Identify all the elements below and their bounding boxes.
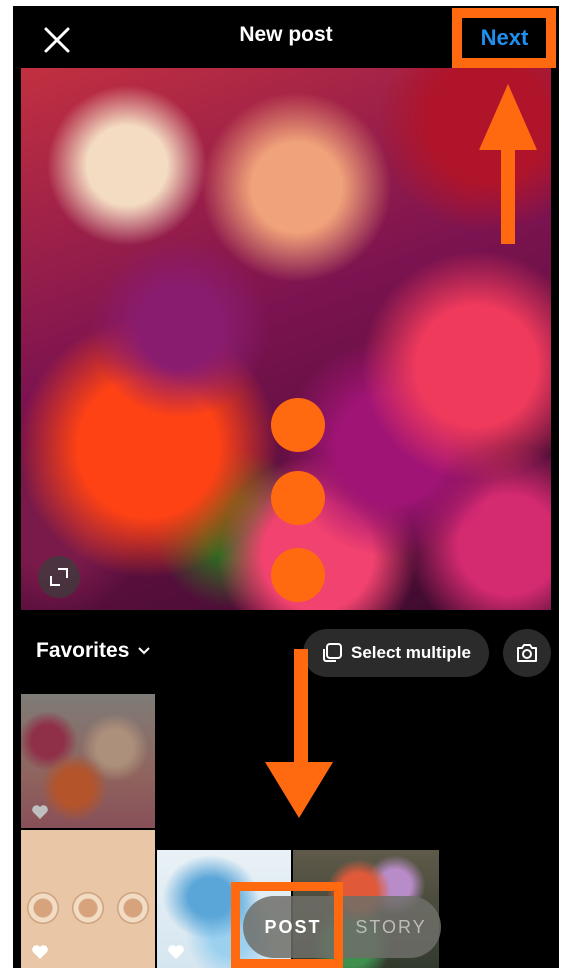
thumbnail-graphic xyxy=(117,892,149,924)
heart-icon xyxy=(168,945,184,959)
multi-select-icon xyxy=(323,643,342,662)
annotation-dot xyxy=(271,548,325,602)
selected-photo-preview[interactable] xyxy=(21,68,551,610)
arrow-up-icon xyxy=(479,84,537,150)
header-bar: New post Next xyxy=(13,6,559,70)
arrow-down-icon xyxy=(265,762,333,818)
chevron-down-icon xyxy=(138,647,151,655)
thumbnail-graphic xyxy=(27,892,59,924)
annotation-dot xyxy=(271,471,325,525)
annotation-dot xyxy=(271,398,325,452)
album-label: Favorites xyxy=(36,639,130,662)
gallery-thumbnail[interactable] xyxy=(21,830,155,968)
camera-button[interactable] xyxy=(503,629,551,677)
camera-icon xyxy=(517,644,537,662)
heart-icon xyxy=(32,805,48,819)
album-selector[interactable]: Favorites xyxy=(36,639,151,663)
arrow-down-shaft xyxy=(294,649,308,762)
select-multiple-label: Select multiple xyxy=(351,643,471,662)
next-button[interactable]: Next xyxy=(450,6,559,70)
mode-post-tab[interactable]: POST xyxy=(243,897,343,957)
thumbnail-graphic xyxy=(72,892,104,924)
arrow-up-shaft xyxy=(501,146,515,244)
heart-icon xyxy=(32,945,48,959)
gallery-thumbnail[interactable] xyxy=(21,694,155,828)
expand-icon xyxy=(50,568,68,586)
select-multiple-button[interactable]: Select multiple xyxy=(303,629,489,677)
instagram-new-post-screen: New post Next Favorites Select multiple xyxy=(13,6,559,968)
mode-story-tab[interactable]: STORY xyxy=(343,897,439,957)
expand-button[interactable] xyxy=(38,556,80,598)
